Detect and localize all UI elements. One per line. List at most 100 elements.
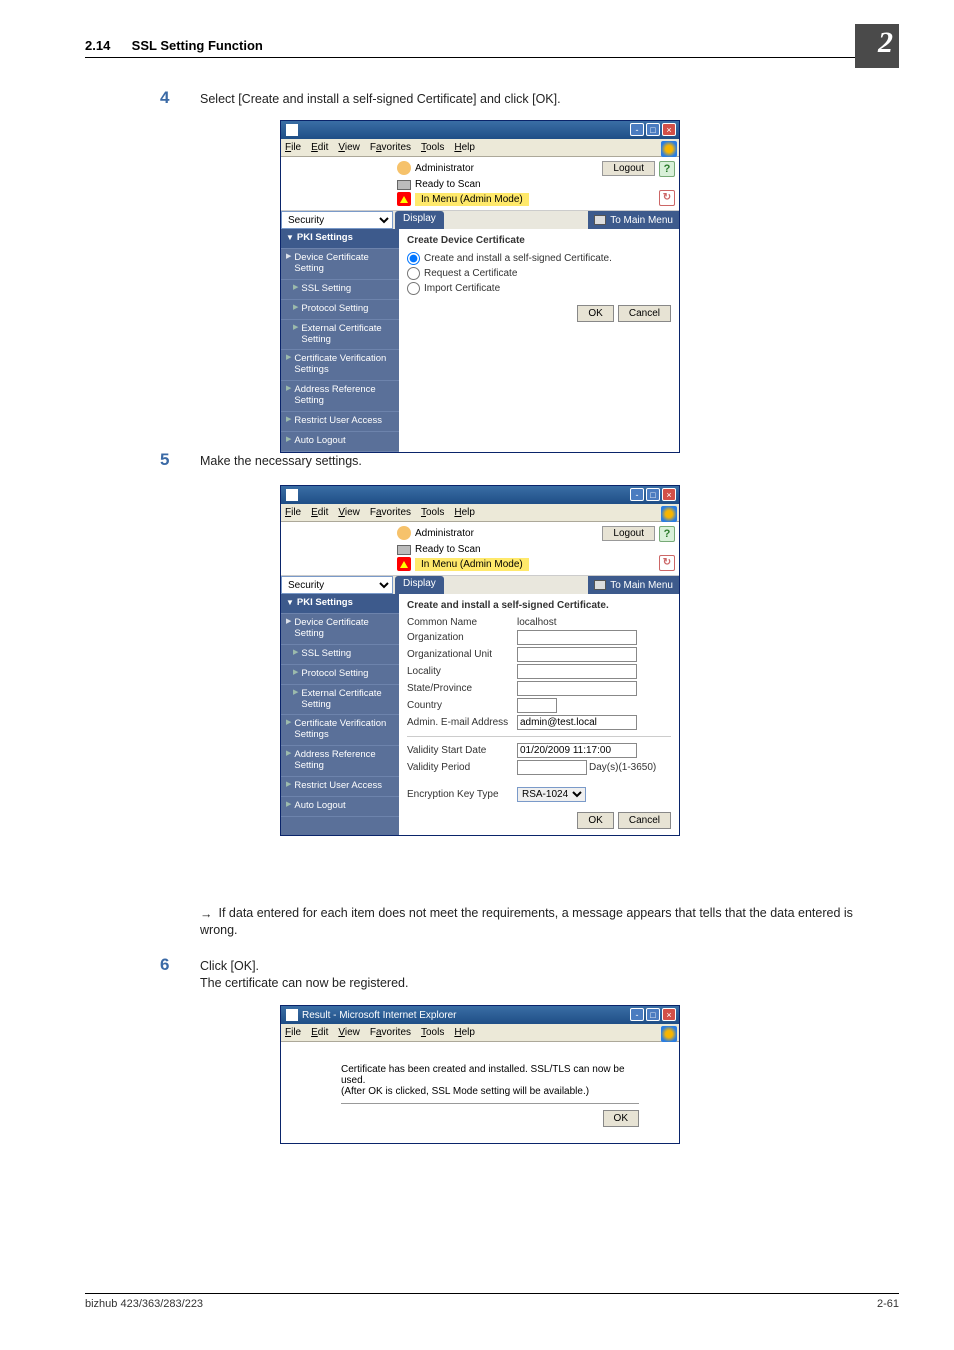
menu-file[interactable]: File xyxy=(285,1027,301,1038)
sidebar-protocol-setting[interactable]: Protocol Setting xyxy=(281,300,399,320)
sidebar-device-cert-setting[interactable]: Device Certificate Setting xyxy=(281,614,399,645)
email-input[interactable] xyxy=(517,715,637,730)
sidebar-cert-verification[interactable]: Certificate Verification Settings xyxy=(281,350,399,381)
ok-button[interactable]: OK xyxy=(577,305,613,322)
result-ok-button[interactable]: OK xyxy=(603,1110,639,1127)
close-button[interactable]: × xyxy=(662,1008,676,1021)
ie-logo-icon xyxy=(661,141,677,157)
start-date-input[interactable] xyxy=(517,743,637,758)
menu-edit[interactable]: Edit xyxy=(311,507,328,518)
radio-request-cert[interactable]: Request a Certificate xyxy=(407,267,671,280)
footer-page: 2-61 xyxy=(877,1298,899,1310)
to-main-menu-button[interactable]: To Main Menu xyxy=(588,211,679,229)
menu-view[interactable]: View xyxy=(338,507,360,518)
window-titlebar: ‐ □ × xyxy=(281,121,679,139)
result-titlebar: Result - Microsoft Internet Explorer ‐ □… xyxy=(281,1006,679,1024)
sidebar-auto-logout[interactable]: Auto Logout xyxy=(281,797,399,817)
sidebar-restrict-user[interactable]: Restrict User Access xyxy=(281,412,399,432)
minimize-button[interactable]: ‐ xyxy=(630,488,644,501)
warning-icon xyxy=(397,192,411,206)
country-label: Country xyxy=(407,700,517,711)
help-icon[interactable]: ? xyxy=(659,526,675,542)
menu-favorites[interactable]: Favorites xyxy=(370,142,411,153)
step-6-text: Click [OK]. The certificate can now be r… xyxy=(200,958,874,992)
content-cert-form: Create and install a self-signed Certifi… xyxy=(399,594,679,835)
tab-display[interactable]: Display xyxy=(395,576,444,594)
ou-input[interactable] xyxy=(517,647,637,662)
sidebar-auto-logout[interactable]: Auto Logout xyxy=(281,432,399,452)
common-name-label: Common Name xyxy=(407,617,517,628)
menu-favorites[interactable]: Favorites xyxy=(370,507,411,518)
logout-button[interactable]: Logout xyxy=(602,161,655,176)
help-icon[interactable]: ? xyxy=(659,161,675,177)
sidebar-ssl-setting[interactable]: SSL Setting xyxy=(281,280,399,300)
content-title: Create Device Certificate xyxy=(407,235,671,246)
start-date-label: Validity Start Date xyxy=(407,745,517,756)
menu-tools[interactable]: Tools xyxy=(421,1027,444,1038)
warning-icon xyxy=(397,557,411,571)
sidebar-protocol-setting[interactable]: Protocol Setting xyxy=(281,665,399,685)
ou-label: Organizational Unit xyxy=(407,649,517,660)
sidebar-restrict-user[interactable]: Restrict User Access xyxy=(281,777,399,797)
panel-top: Administrator Logout ? Ready to Scan In … xyxy=(281,157,679,211)
sidebar-external-cert-setting[interactable]: External Certificate Setting xyxy=(281,685,399,716)
minimize-button[interactable]: ‐ xyxy=(630,123,644,136)
administrator-label: Administrator xyxy=(415,163,474,174)
sidebar-external-cert-setting[interactable]: External Certificate Setting xyxy=(281,320,399,351)
menu-file[interactable]: File xyxy=(285,507,301,518)
cancel-button[interactable]: Cancel xyxy=(618,305,671,322)
maximize-button[interactable]: □ xyxy=(646,1008,660,1021)
main-menu-icon xyxy=(594,215,606,225)
administrator-icon xyxy=(397,526,411,540)
sidebar-ssl-setting[interactable]: SSL Setting xyxy=(281,645,399,665)
radio-create-self-signed[interactable]: Create and install a self-signed Certifi… xyxy=(407,252,671,265)
validity-period-input[interactable] xyxy=(517,760,587,775)
menu-favorites[interactable]: Favorites xyxy=(370,1027,411,1038)
ie-logo-icon xyxy=(661,1026,677,1042)
ok-button[interactable]: OK xyxy=(577,812,613,829)
ie-logo-icon xyxy=(661,506,677,522)
panel-top: Administrator Logout ? Ready to Scan In … xyxy=(281,522,679,576)
organization-input[interactable] xyxy=(517,630,637,645)
menu-help[interactable]: Help xyxy=(454,1027,475,1038)
refresh-icon[interactable]: ↻ xyxy=(659,190,675,206)
country-input[interactable] xyxy=(517,698,557,713)
tab-display[interactable]: Display xyxy=(395,211,444,229)
state-input[interactable] xyxy=(517,681,637,696)
maximize-button[interactable]: □ xyxy=(646,488,660,501)
menu-file[interactable]: FFileile xyxy=(285,142,301,153)
refresh-icon[interactable]: ↻ xyxy=(659,555,675,571)
to-main-menu-button[interactable]: To Main Menu xyxy=(588,576,679,594)
menu-help[interactable]: Help xyxy=(454,507,475,518)
maximize-button[interactable]: □ xyxy=(646,123,660,136)
section-select[interactable]: Security xyxy=(281,576,393,594)
locality-input[interactable] xyxy=(517,664,637,679)
menu-help[interactable]: Help xyxy=(454,142,475,153)
menu-edit[interactable]: Edit xyxy=(311,142,328,153)
sidebar-cert-verification[interactable]: Certificate Verification Settings xyxy=(281,715,399,746)
sidebar-pki-settings[interactable]: PKI Settings xyxy=(281,594,399,614)
section-select[interactable]: Security xyxy=(281,211,393,229)
sidebar-device-cert-setting[interactable]: Device Certificate Setting xyxy=(281,249,399,280)
close-button[interactable]: × xyxy=(662,488,676,501)
divider xyxy=(341,1103,639,1104)
menu-view[interactable]: View xyxy=(338,1027,360,1038)
menu-view[interactable]: View xyxy=(338,142,360,153)
cancel-button[interactable]: Cancel xyxy=(618,812,671,829)
encryption-select[interactable]: RSA-1024 xyxy=(517,787,586,802)
sidebar-address-reference[interactable]: Address Reference Setting xyxy=(281,746,399,777)
sidebar-pki-settings[interactable]: PKI Settings xyxy=(281,229,399,249)
section-header: 2.14 SSL Setting Function xyxy=(85,38,899,58)
menu-edit[interactable]: Edit xyxy=(311,1027,328,1038)
minimize-button[interactable]: ‐ xyxy=(630,1008,644,1021)
sidebar: PKI Settings Device Certificate Setting … xyxy=(281,594,399,835)
sidebar-address-reference[interactable]: Address Reference Setting xyxy=(281,381,399,412)
menu-tools[interactable]: Tools xyxy=(421,142,444,153)
close-button[interactable]: × xyxy=(662,123,676,136)
radio-import-cert[interactable]: Import Certificate xyxy=(407,282,671,295)
result-body: Certificate has been created and install… xyxy=(281,1042,679,1143)
menu-tools[interactable]: Tools xyxy=(421,507,444,518)
status-ready: Ready to Scan xyxy=(415,544,481,555)
logout-button[interactable]: Logout xyxy=(602,526,655,541)
common-name-value: localhost xyxy=(517,617,556,628)
